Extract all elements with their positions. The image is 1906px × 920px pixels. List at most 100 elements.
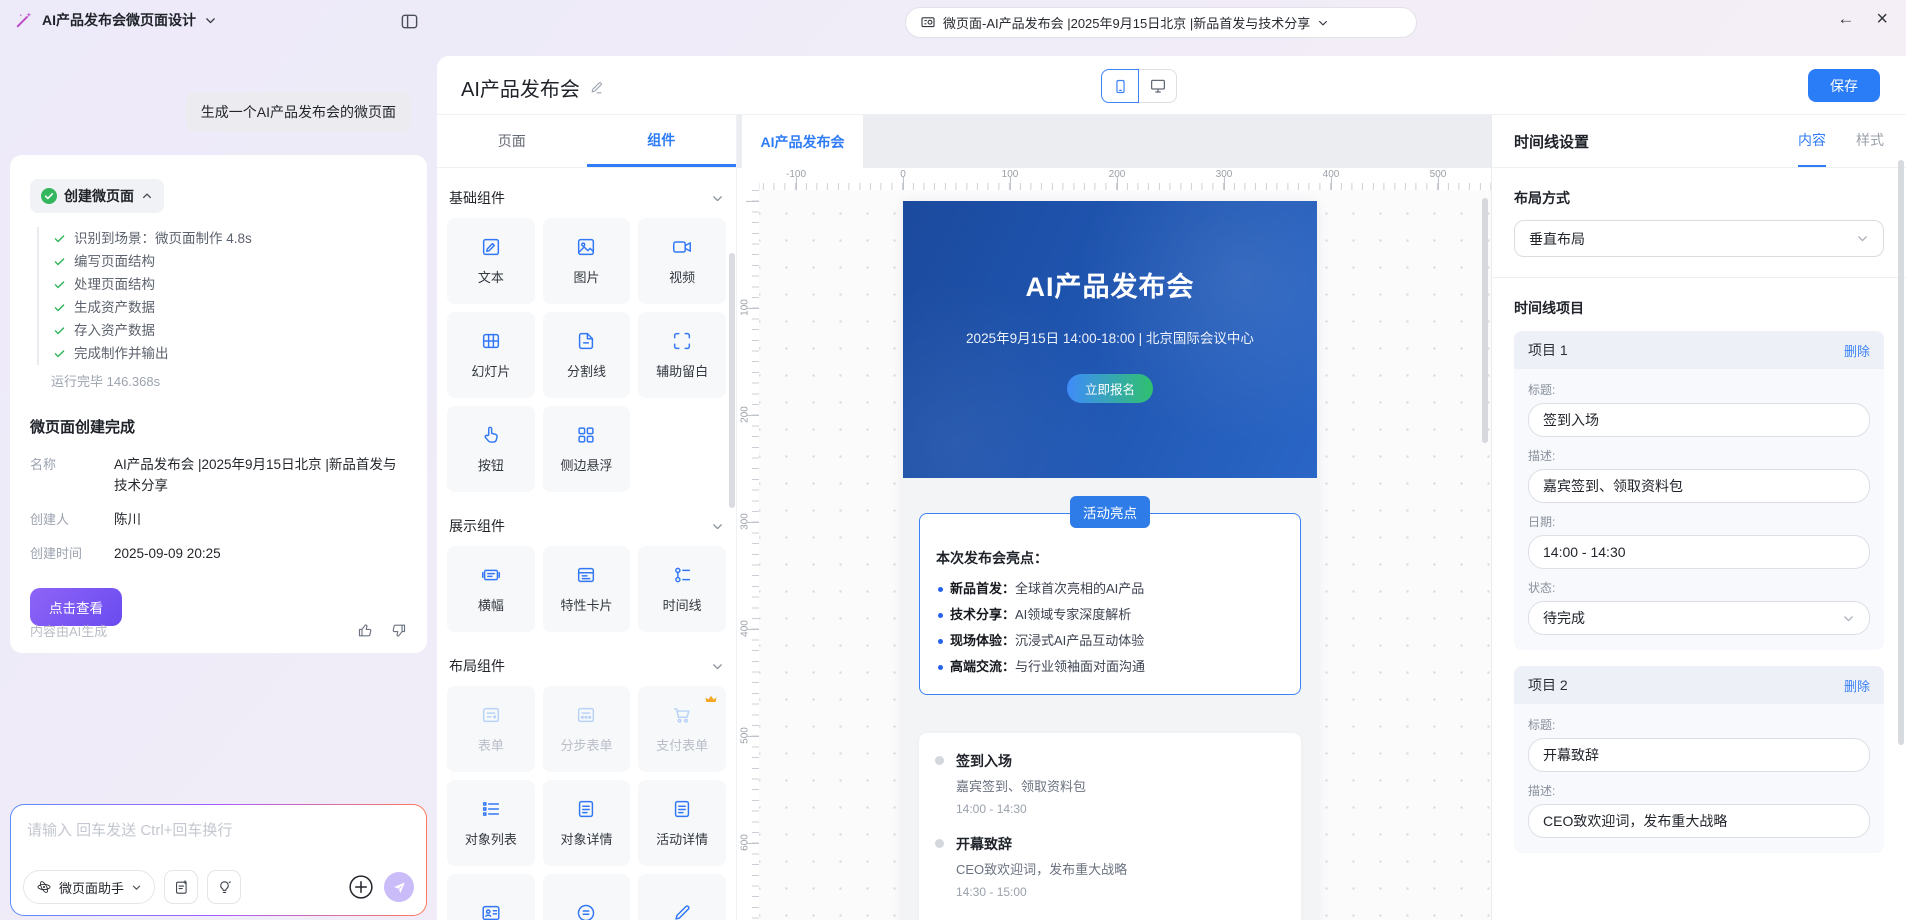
result-meta: 名称 AI产品发布会 |2025年9月15日北京 |新品首发与技术分享 创建人 … bbox=[30, 455, 407, 565]
ai-result-card: 创建微页面 识别到场景：微页面制作 4.8s 编写页面结构 处理页面结构 生成资… bbox=[10, 155, 427, 653]
assistant-selector[interactable]: 微页面助手 bbox=[23, 870, 156, 904]
settings-scrollbar[interactable] bbox=[1898, 160, 1904, 745]
highlight-bullet: 现场体验：沉浸式AI产品互动体验 bbox=[936, 628, 1284, 654]
horizontal-ruler: -100 0 100 200 300 400 500 bbox=[759, 168, 1491, 190]
save-button[interactable]: 保存 bbox=[1808, 69, 1880, 102]
delete-item-button[interactable]: 删除 bbox=[1844, 341, 1870, 360]
chat-input-placeholder: 请输入 回车发送 Ctrl+回车换行 bbox=[27, 822, 233, 839]
tab-pages[interactable]: 页面 bbox=[437, 115, 587, 167]
chevron-down-icon bbox=[1319, 20, 1328, 25]
preview-highlight-box[interactable]: 本次发布会亮点： 新品首发：全球首次亮相的AI产品 技术分享：AI领域专家深度解… bbox=[919, 513, 1301, 695]
meta-label: 创建人 bbox=[30, 511, 70, 527]
app-title: AI产品发布会微页面设计 bbox=[42, 12, 196, 28]
title-input[interactable]: 开幕致辞 bbox=[1528, 738, 1870, 772]
notes-button[interactable] bbox=[164, 870, 199, 904]
close-icon[interactable]: × bbox=[1876, 9, 1888, 30]
timeline-item[interactable]: 开幕致辞 CEO致欢迎词，发布重大战略 14:30 - 15:00 bbox=[935, 834, 1285, 899]
divider bbox=[1492, 277, 1906, 278]
desc-input[interactable]: CEO致欢迎词，发布重大战略 bbox=[1528, 804, 1870, 838]
component-card[interactable]: 支付表单 bbox=[638, 686, 726, 772]
settings-title: 时间线设置 bbox=[1514, 133, 1590, 151]
date-input[interactable]: 14:00 - 14:30 bbox=[1528, 535, 1870, 569]
component-card[interactable]: 图片 bbox=[542, 218, 631, 304]
id-card-icon bbox=[480, 902, 502, 920]
bullet-strong: 技术分享： bbox=[950, 607, 1016, 622]
ideas-button[interactable] bbox=[207, 870, 242, 904]
plus-circle-icon bbox=[349, 875, 373, 899]
chat-input-box[interactable]: 请输入 回车发送 Ctrl+回车换行 微页面助手 bbox=[10, 804, 427, 916]
tab-content[interactable]: 内容 bbox=[1798, 115, 1826, 167]
component-card[interactable]: 时间线 bbox=[638, 546, 726, 632]
status-select[interactable]: 待完成 bbox=[1528, 601, 1870, 635]
chevron-down-icon[interactable] bbox=[711, 192, 724, 205]
run-complete-label: 运行完毕 146.368s bbox=[51, 374, 161, 389]
highlight-list: 新品首发：全球首次亮相的AI产品 技术分享：AI领域专家深度解析 现场体验：沉浸… bbox=[936, 576, 1284, 680]
component-card[interactable]: 侧边悬浮 bbox=[542, 406, 631, 492]
bullet-text: 全球首次亮相的AI产品 bbox=[1015, 581, 1145, 596]
component-card[interactable]: 按钮 bbox=[447, 406, 535, 492]
component-card[interactable]: 特性卡片 bbox=[542, 546, 631, 632]
preview-hero-title: AI产品发布会 bbox=[1025, 272, 1195, 302]
component-card[interactable]: 分割线 bbox=[542, 312, 631, 398]
timeline-item-time: 14:30 - 15:00 bbox=[956, 885, 1027, 899]
component-card[interactable]: 视频 bbox=[638, 218, 726, 304]
component-card[interactable] bbox=[447, 874, 535, 920]
view-result-button[interactable]: 点击查看 bbox=[30, 587, 122, 626]
timeline-item-title: 签到入场 bbox=[956, 753, 1012, 769]
layout-mode-select[interactable]: 垂直布局 bbox=[1514, 220, 1884, 257]
back-icon[interactable]: ← bbox=[1837, 9, 1854, 30]
ruler-label: 300 bbox=[1215, 169, 1233, 180]
preview-highlight-badge[interactable]: 活动亮点 bbox=[1070, 496, 1150, 528]
bullet-text: AI领域专家深度解析 bbox=[1015, 607, 1132, 622]
task-item: 处理页面结构 bbox=[53, 273, 407, 296]
task-item-label: 识别到场景：微页面制作 4.8s bbox=[74, 231, 252, 246]
design-canvas[interactable]: AI产品发布会 2025年9月15日 14:00-18:00 | 北京国际会议中… bbox=[759, 190, 1491, 920]
user-message-bubble: 生成一个AI产品发布会的微页面 bbox=[185, 92, 411, 132]
component-card[interactable]: 文本 bbox=[447, 218, 535, 304]
app-brand[interactable]: AI产品发布会微页面设计 bbox=[14, 10, 217, 30]
component-card[interactable] bbox=[542, 874, 631, 920]
component-card[interactable]: 对象列表 bbox=[447, 780, 535, 866]
thumbs-down-icon[interactable] bbox=[390, 622, 407, 639]
component-card[interactable]: 分步表单 bbox=[542, 686, 631, 772]
collapse-sidebar-icon[interactable] bbox=[400, 12, 420, 32]
canvas-scrollbar[interactable] bbox=[1482, 198, 1488, 443]
delete-item-button[interactable]: 删除 bbox=[1844, 676, 1870, 695]
add-attachment-button[interactable] bbox=[347, 873, 375, 901]
task-group-toggle[interactable]: 创建微页面 bbox=[30, 179, 164, 213]
mobile-view-button[interactable] bbox=[1101, 69, 1139, 103]
desc-input[interactable]: 嘉宾签到、领取资料包 bbox=[1528, 469, 1870, 503]
component-card[interactable]: 对象详情 bbox=[542, 780, 631, 866]
title-input[interactable]: 签到入场 bbox=[1528, 403, 1870, 437]
component-card[interactable]: 表单 bbox=[447, 686, 535, 772]
chevron-down-icon[interactable] bbox=[711, 660, 724, 673]
preview-timeline-card[interactable]: 签到入场 嘉宾签到、领取资料包 14:00 - 14:30 开幕致辞 CEO致欢… bbox=[919, 733, 1301, 920]
task-group-label: 创建微页面 bbox=[64, 188, 134, 204]
thumbs-up-icon[interactable] bbox=[357, 622, 374, 639]
component-card[interactable]: 活动详情 bbox=[638, 780, 726, 866]
component-card[interactable] bbox=[638, 874, 726, 920]
check-icon bbox=[54, 304, 65, 312]
chevron-down-icon[interactable] bbox=[711, 520, 724, 533]
tab-style[interactable]: 样式 bbox=[1856, 115, 1884, 167]
settings-panel: 时间线设置 内容 样式 布局方式 垂直布局 时间线项目 项目 1 删除 标题: … bbox=[1491, 115, 1906, 920]
component-card[interactable]: 辅助留白 bbox=[638, 312, 726, 398]
mobile-page-preview[interactable]: AI产品发布会 2025年9月15日 14:00-18:00 | 北京国际会议中… bbox=[903, 201, 1317, 920]
component-label: 支付表单 bbox=[656, 738, 709, 753]
bullet-text: 与行业领袖面对面沟通 bbox=[1015, 659, 1146, 674]
component-panel-scrollbar[interactable] bbox=[729, 253, 735, 508]
task-item: 编写页面结构 bbox=[53, 250, 407, 273]
preview-hero-section[interactable]: AI产品发布会 2025年9月15日 14:00-18:00 | 北京国际会议中… bbox=[903, 201, 1317, 478]
preview-cta-button[interactable]: 立即报名 bbox=[1066, 374, 1153, 403]
desktop-view-button[interactable] bbox=[1139, 69, 1177, 103]
document-switcher[interactable]: 微页面-AI产品发布会 |2025年9月15日北京 |新品首发与技术分享 bbox=[905, 7, 1417, 38]
send-button[interactable] bbox=[384, 872, 414, 902]
component-label: 视频 bbox=[669, 270, 696, 285]
component-card[interactable]: 横幅 bbox=[447, 546, 535, 632]
timeline-item[interactable]: 签到入场 嘉宾签到、领取资料包 14:00 - 14:30 bbox=[935, 751, 1285, 816]
canvas-tab-active[interactable]: AI产品发布会 bbox=[742, 115, 863, 168]
tab-components[interactable]: 组件 bbox=[586, 115, 736, 167]
edit-title-icon[interactable] bbox=[589, 80, 604, 95]
preview-hero-subtitle: 2025年9月15日 14:00-18:00 | 北京国际会议中心 bbox=[966, 331, 1254, 346]
component-card[interactable]: 幻灯片 bbox=[447, 312, 535, 398]
